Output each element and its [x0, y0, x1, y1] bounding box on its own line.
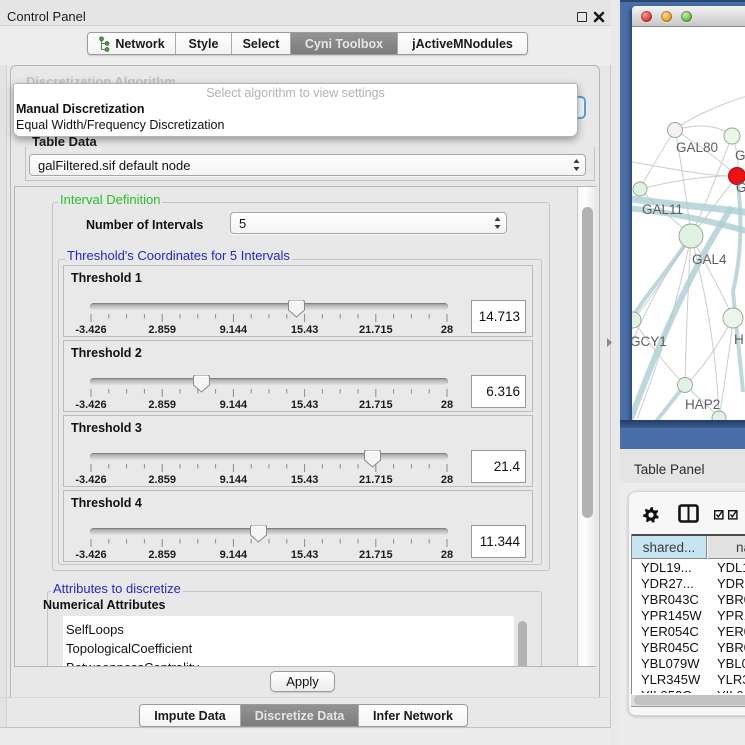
svg-text:GAL11: GAL11	[642, 202, 683, 217]
svg-text:GAL4: GAL4	[692, 252, 727, 267]
svg-text:HIS4: HIS4	[734, 332, 745, 347]
svg-text:GAL80: GAL80	[676, 140, 718, 155]
svg-text:GCN4: GCN4	[736, 180, 745, 195]
svg-text:GAL2: GAL2	[735, 148, 745, 163]
svg-text:GCY1: GCY1	[632, 334, 667, 349]
svg-text:HAP2: HAP2	[685, 397, 720, 412]
